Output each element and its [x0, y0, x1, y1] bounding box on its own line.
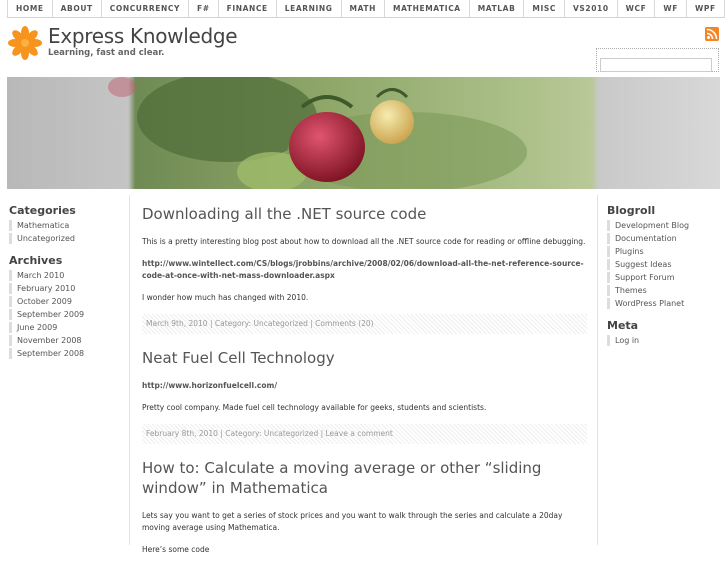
blogroll-link[interactable]: Plugins: [607, 246, 720, 257]
nav-vs2010[interactable]: VS2010: [563, 0, 617, 17]
post-text: Pretty cool company. Made fuel cell tech…: [142, 403, 487, 412]
nav-math[interactable]: MATH: [340, 0, 384, 17]
nav-wpf[interactable]: WPF: [685, 0, 725, 17]
blogroll-link[interactable]: Support Forum: [607, 272, 720, 283]
site-tagline: Learning, fast and clear.: [48, 48, 165, 58]
nav-learning[interactable]: LEARNING: [275, 0, 341, 17]
rss-feed-icon[interactable]: [705, 27, 719, 41]
post-title[interactable]: Downloading all the .NET source code: [142, 204, 587, 224]
header-banner-raspberries: [7, 77, 720, 189]
comments-link[interactable]: Comments (20): [315, 319, 373, 328]
nav-home[interactable]: HOME: [7, 0, 52, 17]
nav-matlab[interactable]: MATLAB: [468, 0, 524, 17]
post-link[interactable]: http://www.wintellect.com/CS/blogs/jrobb…: [142, 258, 587, 282]
blogroll-link[interactable]: Development Blog: [607, 220, 720, 231]
post-text: Lets say you want to get a series of sto…: [142, 511, 563, 532]
category-link[interactable]: Uncategorized: [254, 319, 308, 328]
post-meta: February 8th, 2010 | Category: Uncategor…: [142, 424, 587, 444]
search-input[interactable]: [600, 57, 712, 72]
nav-concurrency[interactable]: CONCURRENCY: [100, 0, 188, 17]
archive-link[interactable]: October 2009: [9, 296, 127, 307]
nav-finance[interactable]: FINANCE: [217, 0, 276, 17]
post-meta: March 9th, 2010 | Category: Uncategorize…: [142, 314, 587, 334]
archive-link[interactable]: February 2010: [9, 283, 127, 294]
blogroll-link[interactable]: Themes: [607, 285, 720, 296]
comments-link[interactable]: Leave a comment: [326, 429, 393, 438]
blogroll-link[interactable]: Suggest Ideas: [607, 259, 720, 270]
left-sidebar: Categories Mathematica Uncategorized Arc…: [7, 200, 127, 361]
archive-link[interactable]: September 2009: [9, 309, 127, 320]
archives-heading: Archives: [9, 254, 63, 267]
archive-link[interactable]: June 2009: [9, 322, 127, 333]
archive-link[interactable]: September 2008: [9, 348, 127, 359]
right-sidebar: Blogroll Development Blog Documentation …: [605, 200, 720, 348]
meta-heading: Meta: [607, 319, 639, 332]
blogroll-link[interactable]: WordPress Planet: [607, 298, 720, 309]
nav-fsharp[interactable]: F#: [188, 0, 218, 17]
post-link[interactable]: http://www.horizonfuelcell.com/: [142, 380, 587, 392]
site-title[interactable]: Express Knowledge: [48, 24, 238, 48]
nav-about[interactable]: ABOUT: [51, 0, 101, 17]
search-box: [596, 48, 719, 72]
blogroll-heading: Blogroll: [607, 204, 656, 217]
meta-separator: |: [318, 429, 326, 438]
archive-link[interactable]: March 2010: [9, 270, 127, 281]
blogroll-link[interactable]: Documentation: [607, 233, 720, 244]
category-link[interactable]: Uncategorized: [264, 429, 318, 438]
post-title[interactable]: Neat Fuel Cell Technology: [142, 348, 587, 368]
right-divider: [597, 195, 598, 545]
login-link[interactable]: Log in: [607, 335, 720, 346]
post-text: I wonder how much has changed with 2010.: [142, 293, 309, 302]
nav-wcf[interactable]: WCF: [616, 0, 655, 17]
nav-mathematica[interactable]: MATHEMATICA: [384, 0, 469, 17]
categories-heading: Categories: [9, 204, 76, 217]
post-text: This is a pretty interesting blog post a…: [142, 237, 586, 246]
left-divider: [129, 195, 130, 545]
post-date: March 9th, 2010 | Category:: [146, 319, 254, 328]
main-content: Downloading all the .NET source code Thi…: [142, 200, 587, 566]
flower-logo-icon[interactable]: [7, 25, 43, 61]
post-title[interactable]: How to: Calculate a moving average or ot…: [142, 458, 587, 498]
nav-wf[interactable]: WF: [654, 0, 686, 17]
post-date: February 8th, 2010 | Category:: [146, 429, 264, 438]
category-link[interactable]: Uncategorized: [9, 233, 127, 244]
archive-link[interactable]: November 2008: [9, 335, 127, 346]
category-link[interactable]: Mathematica: [9, 220, 127, 231]
top-nav: HOME ABOUT CONCURRENCY F# FINANCE LEARNI…: [7, 0, 725, 18]
nav-misc[interactable]: MISC: [523, 0, 564, 17]
post-text: Here’s some code: [142, 545, 210, 554]
